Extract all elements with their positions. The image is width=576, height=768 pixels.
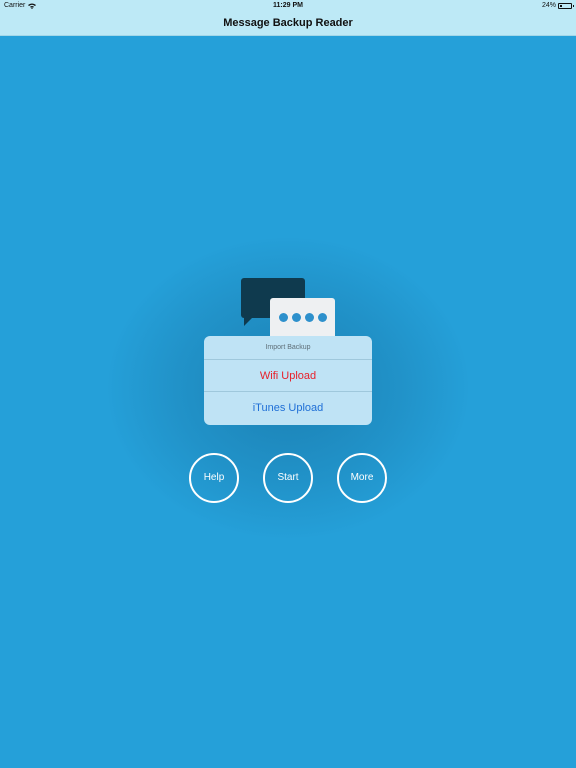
light-bubble bbox=[270, 298, 335, 340]
battery-fill bbox=[560, 4, 562, 7]
help-button[interactable]: Help bbox=[189, 453, 239, 503]
import-backup-menu: Import Backup Wifi Upload iTunes Upload bbox=[204, 336, 372, 425]
status-time: 11:29 PM bbox=[273, 2, 303, 9]
chat-bubbles-icon bbox=[240, 277, 336, 341]
start-button[interactable]: Start bbox=[263, 453, 313, 503]
more-button[interactable]: More bbox=[337, 453, 387, 503]
wifi-upload-button[interactable]: Wifi Upload bbox=[204, 360, 372, 392]
battery-percent: 24% bbox=[541, 2, 556, 9]
typing-dot bbox=[279, 313, 288, 322]
page-title: Message Backup Reader bbox=[223, 17, 353, 29]
status-bar: Carrier 11:29 PM 24% bbox=[0, 0, 576, 13]
typing-dot bbox=[305, 313, 314, 322]
itunes-upload-button[interactable]: iTunes Upload bbox=[204, 392, 372, 424]
import-backup-header: Import Backup bbox=[204, 336, 372, 360]
battery-info: 24% bbox=[541, 2, 574, 9]
typing-dot bbox=[318, 313, 327, 322]
dark-bubble-tail bbox=[244, 316, 254, 326]
navigation-bar: Message Backup Reader bbox=[0, 13, 576, 36]
typing-dot bbox=[292, 313, 301, 322]
battery-icon bbox=[558, 2, 574, 9]
